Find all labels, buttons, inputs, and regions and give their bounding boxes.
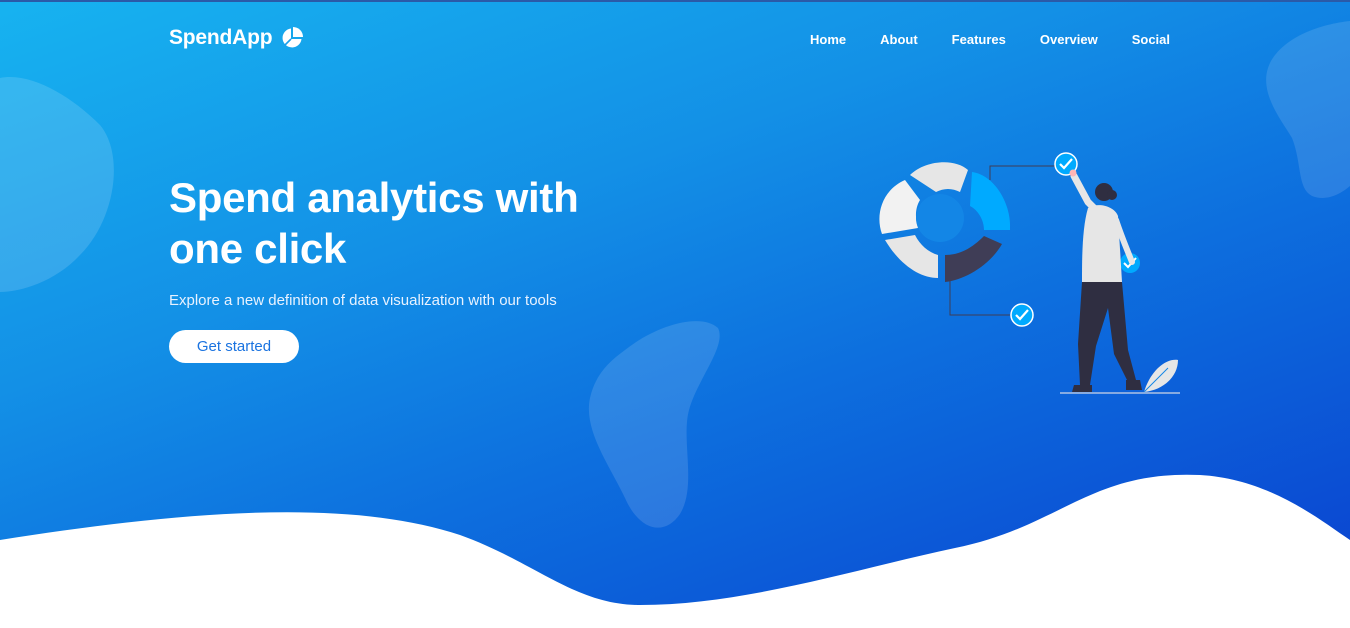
hero-section: SpendApp Home About Features Overview So… — [0, 0, 1350, 628]
bottom-wave — [0, 474, 1350, 628]
